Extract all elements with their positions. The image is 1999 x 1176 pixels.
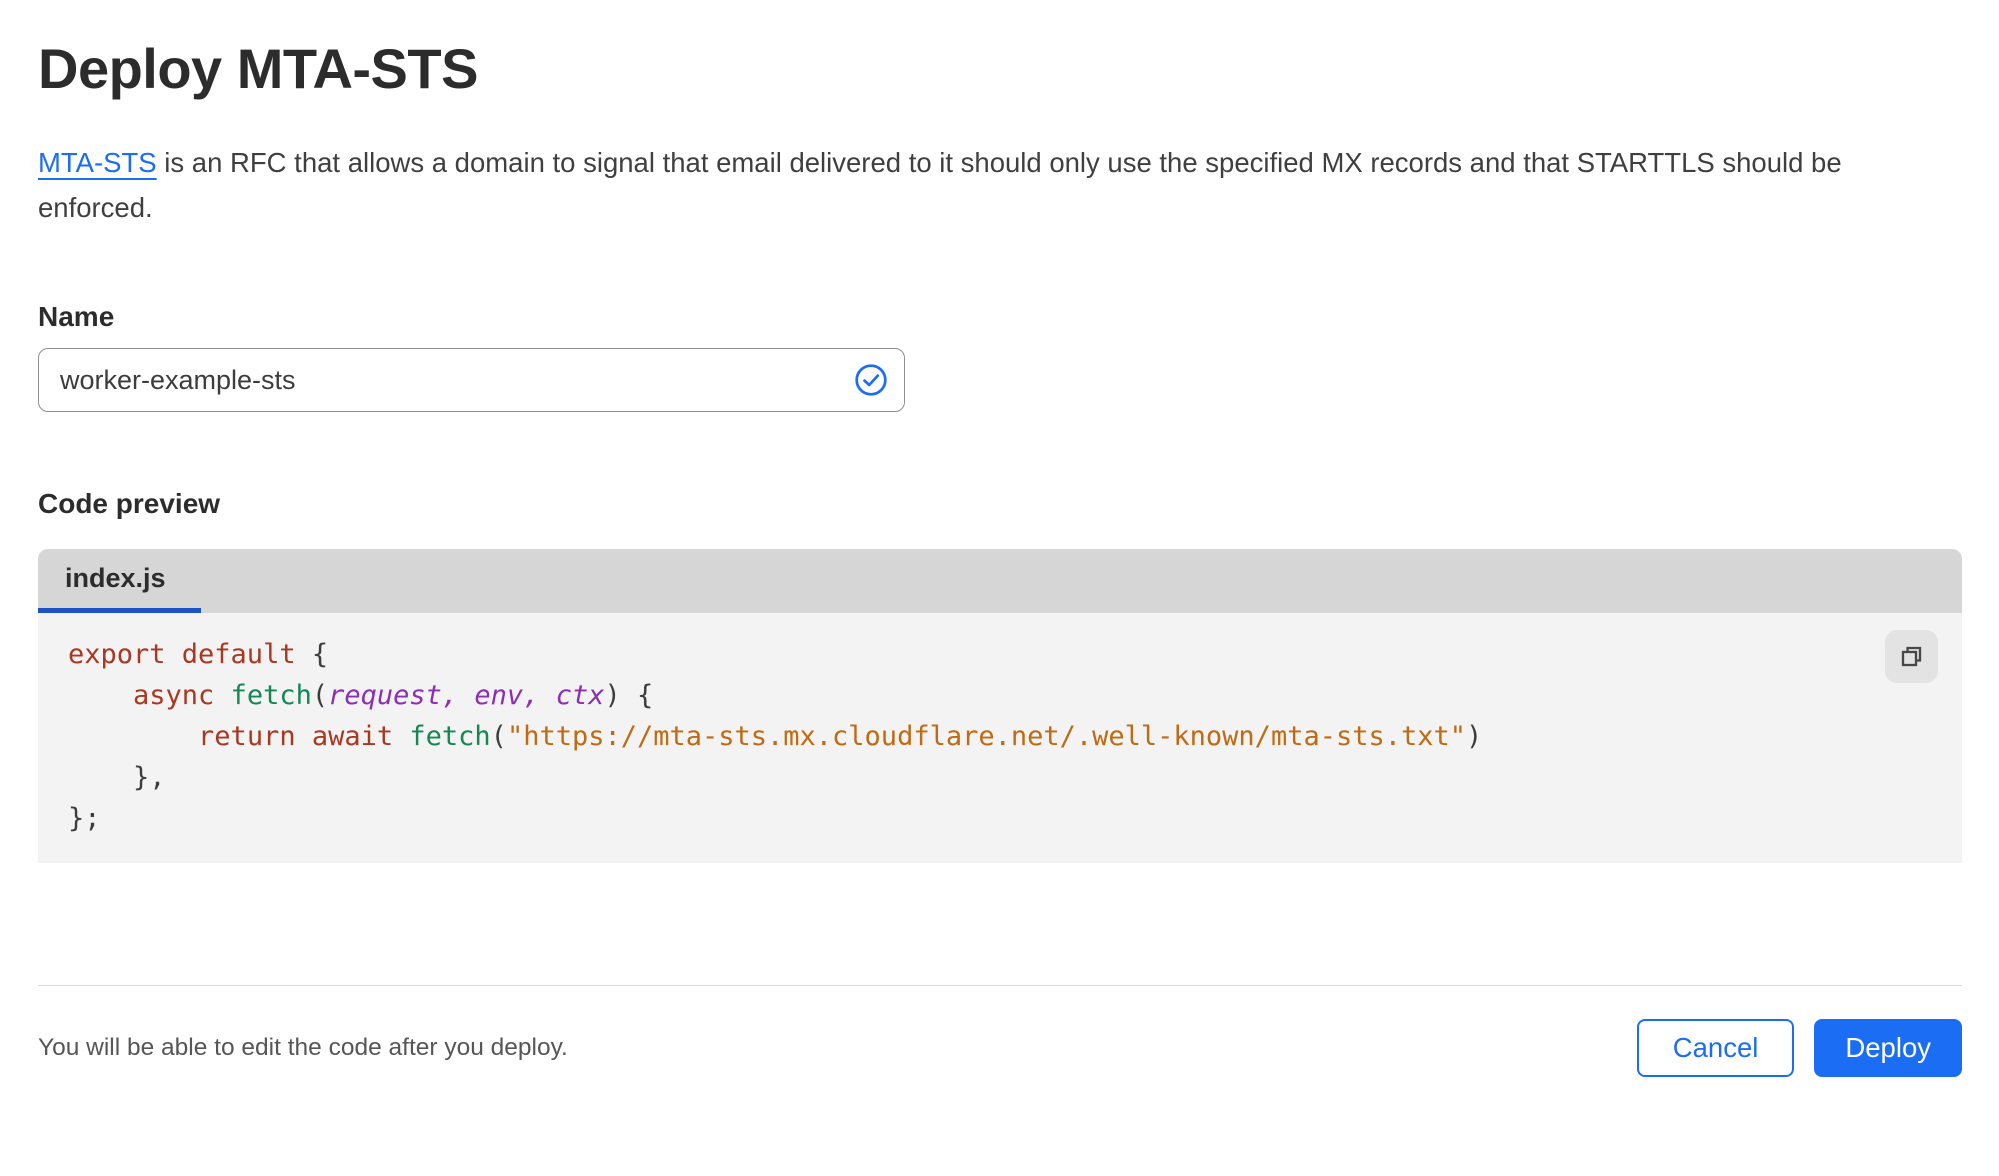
description-text: is an RFC that allows a domain to signal…	[38, 147, 1842, 223]
mta-sts-link[interactable]: MTA-STS	[38, 147, 157, 178]
tab-bar: index.js	[38, 549, 1962, 613]
deploy-button[interactable]: Deploy	[1814, 1019, 1962, 1077]
name-input-wrapper	[38, 348, 905, 412]
copy-button[interactable]	[1885, 630, 1938, 683]
code-content: export default { async fetch(request, en…	[68, 639, 1483, 834]
description: MTA-STS is an RFC that allows a domain t…	[38, 140, 1950, 230]
code-editor: index.js export default { async fetch(re…	[38, 549, 1962, 863]
tab-label: index.js	[65, 563, 166, 593]
deploy-mta-sts-page: Deploy MTA-STS MTA-STS is an RFC that al…	[0, 38, 1999, 1077]
code-area: export default { async fetch(request, en…	[38, 613, 1962, 863]
name-input[interactable]	[38, 348, 905, 412]
page-title: Deploy MTA-STS	[38, 37, 478, 100]
name-label: Name	[38, 301, 115, 332]
cancel-button[interactable]: Cancel	[1636, 1019, 1795, 1077]
footer-actions: Cancel Deploy	[1636, 1019, 1962, 1077]
copy-icon	[1898, 643, 1925, 670]
footer-note: You will be able to edit the code after …	[38, 1034, 568, 1061]
tab-index-js[interactable]: index.js	[38, 549, 201, 613]
footer: You will be able to edit the code after …	[38, 986, 1962, 1077]
code-preview-label: Code preview	[38, 488, 221, 519]
